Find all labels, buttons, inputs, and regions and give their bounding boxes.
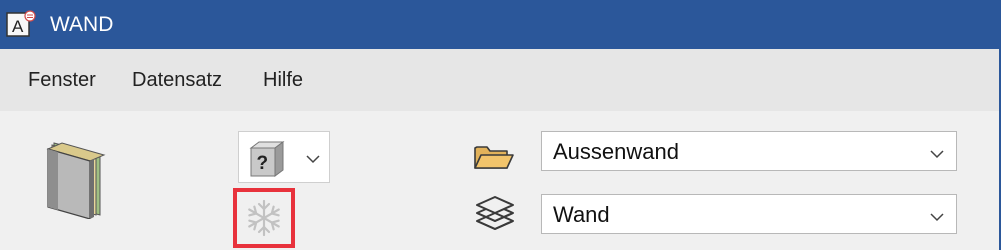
window-title: WAND — [50, 13, 114, 36]
svg-text:?: ? — [257, 153, 269, 174]
chevron-down-icon — [930, 146, 944, 159]
menu-datensatz[interactable]: Datensatz — [132, 69, 222, 92]
book-stack-icon — [40, 139, 110, 220]
type-dropdown[interactable]: ? — [238, 131, 330, 183]
catalog-value: Aussenwand — [553, 139, 679, 164]
menu-hilfe[interactable]: Hilfe — [263, 69, 303, 92]
title-bar: A WAND — [0, 0, 1001, 49]
menu-fenster[interactable]: Fenster — [28, 69, 96, 92]
question-mark-block-icon: ? — [247, 140, 287, 178]
freeze-button[interactable] — [233, 188, 295, 248]
layer-combobox[interactable]: Wand — [541, 194, 957, 234]
layers-icon — [473, 195, 517, 237]
svg-text:A: A — [12, 17, 24, 36]
menu-bar: Fenster Datensatz Hilfe — [0, 49, 1001, 111]
catalog-combobox[interactable]: Aussenwand — [541, 131, 957, 171]
folder-icon — [473, 142, 515, 172]
app-icon: A — [6, 10, 36, 38]
chevron-down-icon — [305, 152, 321, 164]
snowflake-icon — [248, 199, 280, 237]
layer-value: Wand — [553, 202, 610, 227]
chevron-down-icon — [930, 209, 944, 222]
